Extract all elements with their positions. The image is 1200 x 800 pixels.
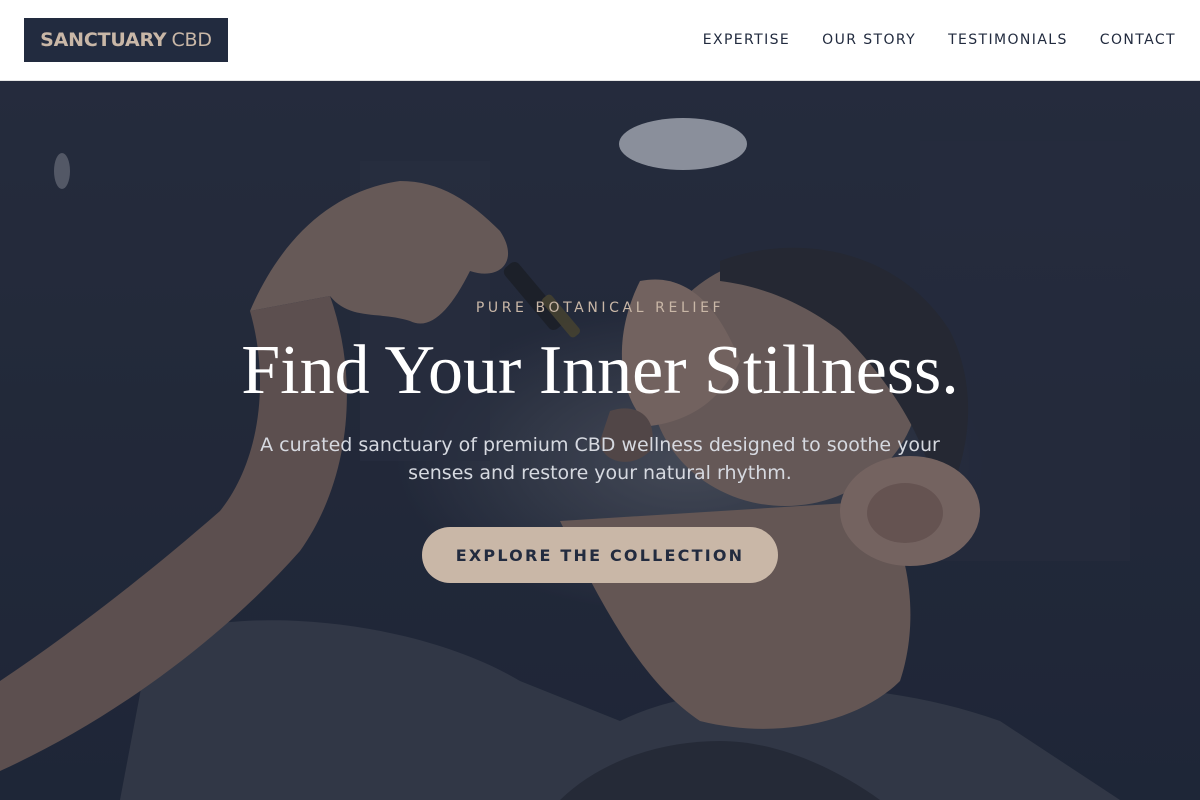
nav-link-contact[interactable]: CONTACT: [1100, 32, 1176, 48]
explore-collection-button[interactable]: EXPLORE THE COLLECTION: [422, 527, 778, 583]
logo-brand: SANCTUARY: [40, 29, 167, 51]
nav-link-testimonials[interactable]: TESTIMONIALS: [948, 32, 1068, 48]
site-header: SANCTUARY CBD EXPERTISE OUR STORY TESTIMO…: [0, 0, 1200, 81]
nav-link-our-story[interactable]: OUR STORY: [822, 32, 916, 48]
logo-suffix: CBD: [171, 29, 212, 51]
hero-section: PURE BOTANICAL RELIEF Find Your Inner St…: [0, 81, 1200, 800]
hero-subheading: A curated sanctuary of premium CBD welln…: [260, 434, 940, 484]
nav-link-expertise[interactable]: EXPERTISE: [703, 32, 790, 48]
logo[interactable]: SANCTUARY CBD: [24, 18, 228, 62]
hero-eyebrow: PURE BOTANICAL RELIEF: [475, 300, 725, 316]
hero-content: PURE BOTANICAL RELIEF Find Your Inner St…: [0, 81, 1200, 800]
hero-headline: Find Your Inner Stillness.: [241, 332, 959, 409]
main-nav: EXPERTISE OUR STORY TESTIMONIALS CONTACT: [703, 0, 1176, 80]
